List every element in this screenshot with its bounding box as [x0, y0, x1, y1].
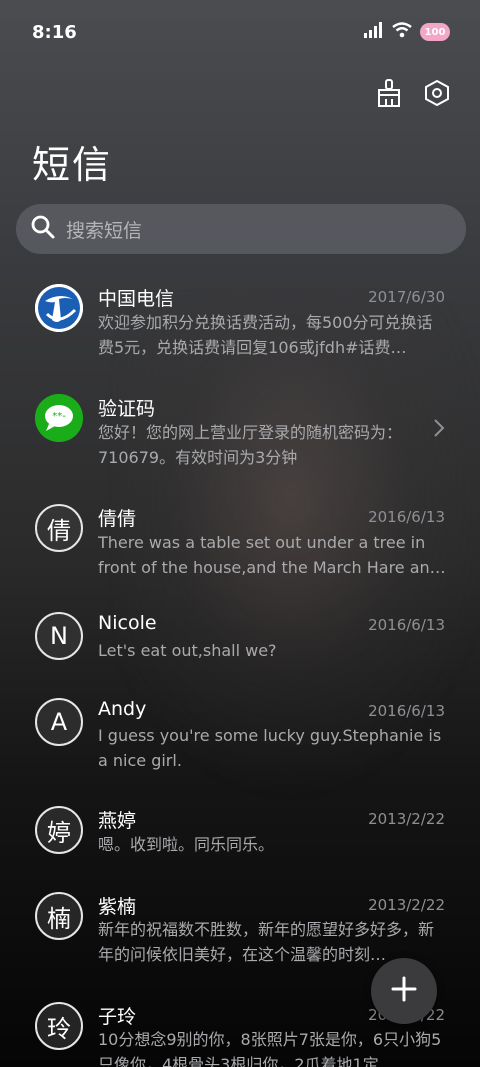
contact-name: 验证码 — [98, 398, 156, 420]
contact-avatar: N — [35, 612, 83, 660]
wifi-icon — [392, 22, 412, 42]
conversation-item[interactable]: N Nicole 2016/6/13 Let's eat out,shall w… — [0, 602, 480, 686]
message-preview: I guess you're some lucky guy.Stephanie … — [98, 726, 442, 770]
conversation-item[interactable]: 倩 倩倩 2016/6/13 There was a table set out… — [0, 490, 480, 598]
contact-name: 中国电信 — [98, 288, 175, 310]
message-date: 2013/2/22 — [368, 896, 445, 914]
settings-icon[interactable] — [422, 78, 452, 108]
message-date: 2017/6/30 — [368, 288, 445, 306]
message-date: 2013/2/22 — [368, 810, 445, 828]
conversation-item[interactable]: 中国电信 2017/6/30 欢迎参加积分兑换话费活动，每500分可兑换话费5元… — [0, 270, 480, 378]
contact-name: Nicole — [98, 612, 157, 634]
signal-icon — [364, 22, 384, 42]
plus-icon — [390, 975, 418, 1007]
message-preview: 欢迎参加积分兑换话费活动，每500分可兑换话费5元，兑换话费请回复106或jfd… — [98, 313, 433, 357]
contact-name: 燕婷 — [98, 810, 137, 832]
conversation-item[interactable]: **- 验证码 您好！您的网上营业厅登录的随机密码为：710679。有效时间为3… — [0, 380, 480, 488]
status-time: 8:16 — [32, 22, 77, 43]
conversation-item[interactable]: 婷 燕婷 2013/2/22 嗯。收到啦。同乐同乐。 — [0, 796, 480, 880]
page-title: 短信 — [32, 143, 113, 187]
telecom-logo-icon — [35, 284, 83, 332]
message-preview: Let's eat out,shall we? — [98, 641, 277, 660]
chevron-right-icon — [433, 418, 445, 442]
broom-icon[interactable] — [374, 78, 404, 108]
message-date: 2016/6/13 — [368, 616, 445, 634]
contact-avatar: 婷 — [35, 806, 83, 854]
top-actions — [374, 78, 452, 108]
svg-text:**-: **- — [52, 411, 66, 422]
message-preview: 嗯。收到啦。同乐同乐。 — [98, 835, 275, 854]
message-preview: 10分想念9别的你，8张照片7张是你，6只小狗5只像你，4根骨头3根归你，2爪着… — [98, 1030, 442, 1067]
message-preview: There was a table set out under a tree i… — [98, 533, 446, 577]
message-preview: 您好！您的网上营业厅登录的随机密码为：710679。有效时间为3分钟 — [98, 423, 403, 467]
message-date: 2016/6/13 — [368, 702, 445, 720]
contact-avatar: 玲 — [35, 1002, 83, 1050]
contact-name: 紫楠 — [98, 896, 137, 918]
contact-name: Andy — [98, 698, 147, 720]
conversation-item[interactable]: A Andy 2016/6/13 I guess you're some luc… — [0, 688, 480, 796]
new-message-button[interactable] — [371, 958, 437, 1024]
search-placeholder: 搜索短信 — [66, 219, 143, 242]
search-icon — [30, 214, 56, 244]
status-icons: 100 — [364, 22, 450, 42]
contact-name: 子玲 — [98, 1006, 137, 1028]
contact-avatar: A — [35, 698, 83, 746]
search-input[interactable]: 搜索短信 — [16, 204, 466, 254]
contact-name: 倩倩 — [98, 508, 137, 530]
battery-indicator: 100 — [420, 23, 450, 41]
status-bar: 8:16 100 — [0, 0, 480, 66]
message-bubble-icon: **- — [35, 394, 83, 442]
message-date: 2016/6/13 — [368, 508, 445, 526]
contact-avatar: 楠 — [35, 892, 83, 940]
contact-avatar: 倩 — [35, 504, 83, 552]
